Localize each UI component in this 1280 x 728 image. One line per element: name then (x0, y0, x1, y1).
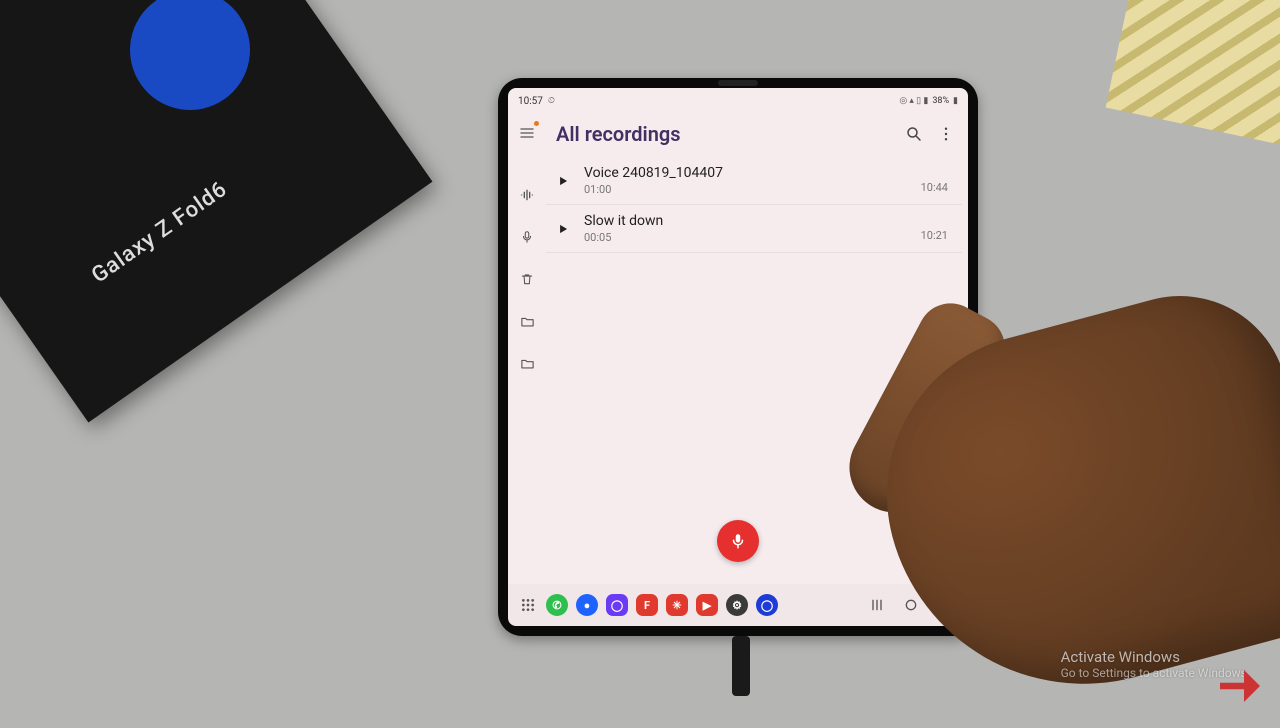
rail-folder-1[interactable] (513, 307, 541, 335)
status-bar: 10:57 ⏲ ◎ ▴ ▯ ▮ 38% ▮ (508, 88, 968, 111)
dock-bar: ✆ ● ◯ F ✳ ▶ ⚙ ◯ (508, 584, 968, 626)
recording-time: 10:44 (921, 181, 948, 196)
trash-icon (520, 272, 534, 286)
recordings-list: Voice 240819_104407 01:00 10:44 Slow it … (546, 157, 962, 253)
watermark-sub: Go to Settings to activate Windows. (1061, 666, 1250, 680)
page-title: All recordings (556, 122, 898, 146)
recording-name: Slow it down (584, 213, 911, 229)
status-left-icon: ⏲ (548, 96, 555, 106)
dock-app-messages[interactable]: ● (576, 594, 598, 616)
status-time: 10:57 (518, 96, 543, 107)
search-button[interactable] (898, 118, 930, 150)
record-button[interactable] (717, 520, 759, 562)
play-button[interactable] (552, 170, 574, 192)
more-button[interactable] (930, 118, 962, 150)
rail-trash[interactable] (513, 265, 541, 293)
recording-item[interactable]: Slow it down 00:05 10:21 (546, 205, 962, 253)
dock-app-flipboard[interactable]: F (636, 594, 658, 616)
recording-name: Voice 240819_104407 (584, 165, 911, 181)
menu-icon (519, 125, 535, 141)
dock-app-red-1[interactable]: ✳ (666, 594, 688, 616)
rail-mic[interactable] (513, 223, 541, 251)
status-battery-text: 38% (932, 96, 949, 106)
dock-app-viber[interactable]: ◯ (606, 594, 628, 616)
side-rail (508, 111, 546, 584)
dock-app-phone[interactable]: ✆ (546, 594, 568, 616)
desk-prop-right (1106, 0, 1280, 149)
recording-item[interactable]: Voice 240819_104407 01:00 10:44 (546, 157, 962, 205)
rail-transcribe[interactable] (513, 181, 541, 209)
home-icon (903, 597, 919, 613)
waveform-icon (519, 187, 535, 203)
status-right-icons: ◎ ▴ ▯ ▮ (899, 96, 928, 106)
windows-watermark: Activate Windows Go to Settings to activ… (1061, 648, 1250, 680)
menu-button[interactable] (513, 119, 541, 147)
play-button[interactable] (552, 218, 574, 240)
recent-icon (869, 597, 885, 613)
play-icon (556, 174, 570, 188)
recording-duration: 01:00 (584, 183, 911, 196)
nav-recent[interactable] (864, 592, 890, 618)
dock-app-blue[interactable]: ◯ (756, 594, 778, 616)
mic-icon (729, 532, 747, 550)
watermark-title: Activate Windows (1061, 648, 1250, 666)
search-icon (905, 125, 923, 143)
more-vert-icon (937, 125, 955, 143)
menu-notification-dot (534, 121, 539, 126)
folder-icon (520, 314, 535, 329)
battery-icon: ▮ (953, 96, 958, 106)
recording-time: 10:21 (921, 229, 948, 244)
dock-app-youtube[interactable]: ▶ (696, 594, 718, 616)
usb-cable (732, 636, 750, 696)
apps-grid-icon (520, 597, 536, 613)
folder-icon (520, 356, 535, 371)
play-icon (556, 222, 570, 236)
dock-app-settings[interactable]: ⚙ (726, 594, 748, 616)
app-drawer-button[interactable] (518, 595, 538, 615)
mic-icon (520, 230, 534, 244)
header-row: All recordings (546, 111, 962, 157)
rail-folder-2[interactable] (513, 349, 541, 377)
recording-duration: 00:05 (584, 231, 911, 244)
